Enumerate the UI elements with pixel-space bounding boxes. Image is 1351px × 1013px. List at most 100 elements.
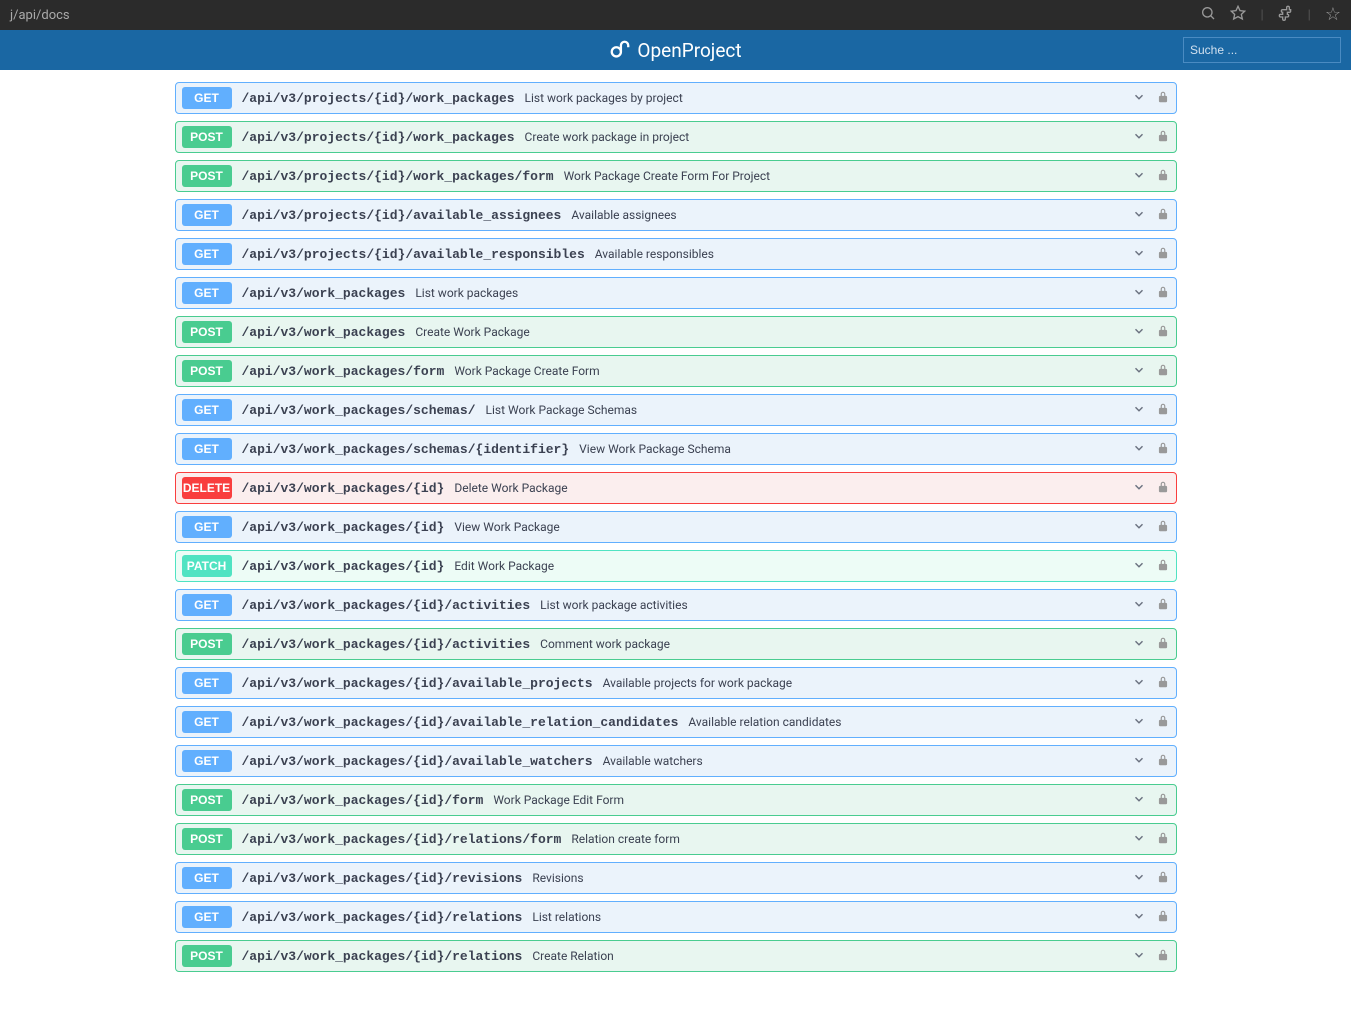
lock-icon[interactable] — [1156, 89, 1170, 108]
endpoint-row[interactable]: GET/api/v3/projects/{id}/available_assig… — [175, 199, 1177, 231]
chevron-down-icon[interactable] — [1132, 401, 1146, 420]
endpoint-path: /api/v3/work_packages/{id}/available_pro… — [242, 676, 593, 691]
http-method-badge: GET — [182, 750, 232, 772]
http-method-badge: GET — [182, 906, 232, 928]
endpoint-description: Available assignees — [571, 208, 1131, 222]
chevron-down-icon[interactable] — [1132, 791, 1146, 810]
chevron-down-icon[interactable] — [1132, 713, 1146, 732]
endpoint-path: /api/v3/work_packages/{id}/available_rel… — [242, 715, 679, 730]
lock-icon[interactable] — [1156, 518, 1170, 537]
lock-icon[interactable] — [1156, 206, 1170, 225]
lock-icon[interactable] — [1156, 401, 1170, 420]
chevron-down-icon[interactable] — [1132, 479, 1146, 498]
endpoint-row[interactable]: POST/api/v3/work_packages/{id}/formWork … — [175, 784, 1177, 816]
endpoint-row[interactable]: GET/api/v3/projects/{id}/work_packagesLi… — [175, 82, 1177, 114]
lock-icon[interactable] — [1156, 713, 1170, 732]
lock-icon[interactable] — [1156, 635, 1170, 654]
chevron-down-icon[interactable] — [1132, 830, 1146, 849]
http-method-badge: POST — [182, 789, 232, 811]
lock-icon[interactable] — [1156, 128, 1170, 147]
lock-icon[interactable] — [1156, 752, 1170, 771]
chevron-down-icon[interactable] — [1132, 245, 1146, 264]
chevron-down-icon[interactable] — [1132, 908, 1146, 927]
endpoint-row[interactable]: POST/api/v3/work_packages/{id}/relations… — [175, 823, 1177, 855]
chevron-down-icon[interactable] — [1132, 947, 1146, 966]
lock-icon[interactable] — [1156, 440, 1170, 459]
lock-icon[interactable] — [1156, 830, 1170, 849]
chevron-down-icon[interactable] — [1132, 206, 1146, 225]
endpoint-row[interactable]: POST/api/v3/projects/{id}/work_packages/… — [175, 160, 1177, 192]
lock-icon[interactable] — [1156, 167, 1170, 186]
http-method-badge: GET — [182, 594, 232, 616]
zoom-icon[interactable] — [1200, 5, 1216, 25]
http-method-badge: GET — [182, 399, 232, 421]
chevron-down-icon[interactable] — [1132, 362, 1146, 381]
endpoint-row[interactable]: GET/api/v3/work_packages/{id}View Work P… — [175, 511, 1177, 543]
endpoint-row[interactable]: POST/api/v3/work_packages/{id}/relations… — [175, 940, 1177, 972]
lock-icon[interactable] — [1156, 284, 1170, 303]
lock-icon[interactable] — [1156, 596, 1170, 615]
endpoint-row[interactable]: GET/api/v3/work_packages/{id}/available_… — [175, 745, 1177, 777]
lock-icon[interactable] — [1156, 323, 1170, 342]
http-method-badge: GET — [182, 516, 232, 538]
favorite-icon[interactable] — [1230, 5, 1246, 25]
endpoint-row[interactable]: GET/api/v3/work_packages/{id}/relations L… — [175, 901, 1177, 933]
endpoint-row[interactable]: GET/api/v3/work_packagesList work packag… — [175, 277, 1177, 309]
endpoint-description: Available relation candidates — [688, 715, 1131, 729]
endpoint-path: /api/v3/work_packages/{id}/relations — [242, 910, 523, 925]
endpoint-row[interactable]: GET/api/v3/work_packages/{id}/activities… — [175, 589, 1177, 621]
endpoint-description: Edit Work Package — [454, 559, 1131, 573]
chevron-down-icon[interactable] — [1132, 596, 1146, 615]
api-endpoint-list: GET/api/v3/projects/{id}/work_packagesLi… — [175, 82, 1177, 999]
more-icon[interactable]: ☆ — [1325, 6, 1341, 24]
lock-icon[interactable] — [1156, 947, 1170, 966]
global-search[interactable] — [1183, 37, 1341, 63]
lock-icon[interactable] — [1156, 869, 1170, 888]
lock-icon[interactable] — [1156, 245, 1170, 264]
endpoint-row[interactable]: GET/api/v3/work_packages/{id}/available_… — [175, 706, 1177, 738]
lock-icon[interactable] — [1156, 674, 1170, 693]
chevron-down-icon[interactable] — [1132, 635, 1146, 654]
chevron-down-icon[interactable] — [1132, 674, 1146, 693]
chevron-down-icon[interactable] — [1132, 557, 1146, 576]
chevron-down-icon[interactable] — [1132, 284, 1146, 303]
search-input[interactable] — [1190, 43, 1345, 57]
chevron-down-icon[interactable] — [1132, 89, 1146, 108]
chevron-down-icon[interactable] — [1132, 128, 1146, 147]
endpoint-row[interactable]: POST/api/v3/work_packages/{id}/activitie… — [175, 628, 1177, 660]
chevron-down-icon[interactable] — [1132, 167, 1146, 186]
endpoint-description: Work Package Create Form — [454, 364, 1131, 378]
endpoint-row[interactable]: DELETE/api/v3/work_packages/{id}Delete W… — [175, 472, 1177, 504]
chevron-down-icon[interactable] — [1132, 752, 1146, 771]
endpoint-description: View Work Package Schema — [579, 442, 1131, 456]
endpoint-description: Available watchers — [603, 754, 1132, 768]
chevron-down-icon[interactable] — [1132, 440, 1146, 459]
endpoint-row[interactable]: GET/api/v3/work_packages/{id}/available_… — [175, 667, 1177, 699]
lock-icon[interactable] — [1156, 908, 1170, 927]
endpoint-row[interactable]: GET/api/v3/work_packages/schemas/{identi… — [175, 433, 1177, 465]
endpoint-description: Revisions — [532, 871, 1131, 885]
endpoint-row[interactable]: GET/api/v3/work_packages/schemas/List Wo… — [175, 394, 1177, 426]
endpoint-path: /api/v3/work_packages/{id} — [242, 481, 445, 496]
endpoint-row[interactable]: PATCH/api/v3/work_packages/{id}Edit Work… — [175, 550, 1177, 582]
lock-icon[interactable] — [1156, 557, 1170, 576]
lock-icon[interactable] — [1156, 362, 1170, 381]
http-method-badge: GET — [182, 867, 232, 889]
chevron-down-icon[interactable] — [1132, 323, 1146, 342]
lock-icon[interactable] — [1156, 479, 1170, 498]
endpoint-description: Work Package Edit Form — [493, 793, 1131, 807]
chevron-down-icon[interactable] — [1132, 518, 1146, 537]
chevron-down-icon[interactable] — [1132, 869, 1146, 888]
extensions-icon[interactable] — [1278, 5, 1294, 25]
lock-icon[interactable] — [1156, 791, 1170, 810]
endpoint-row[interactable]: POST/api/v3/work_packages/formWork Packa… — [175, 355, 1177, 387]
app-logo[interactable]: OpenProject — [609, 39, 741, 62]
endpoint-description: Delete Work Package — [454, 481, 1131, 495]
endpoint-path: /api/v3/projects/{id}/available_assignee… — [242, 208, 562, 223]
endpoint-row[interactable]: POST/api/v3/work_packagesCreate Work Pac… — [175, 316, 1177, 348]
endpoint-row[interactable]: GET/api/v3/projects/{id}/available_respo… — [175, 238, 1177, 270]
endpoint-row[interactable]: GET/api/v3/work_packages/{id}/revisionsR… — [175, 862, 1177, 894]
endpoint-row[interactable]: POST/api/v3/projects/{id}/work_packagesC… — [175, 121, 1177, 153]
endpoint-description: List relations — [532, 910, 1131, 924]
http-method-badge: POST — [182, 321, 232, 343]
